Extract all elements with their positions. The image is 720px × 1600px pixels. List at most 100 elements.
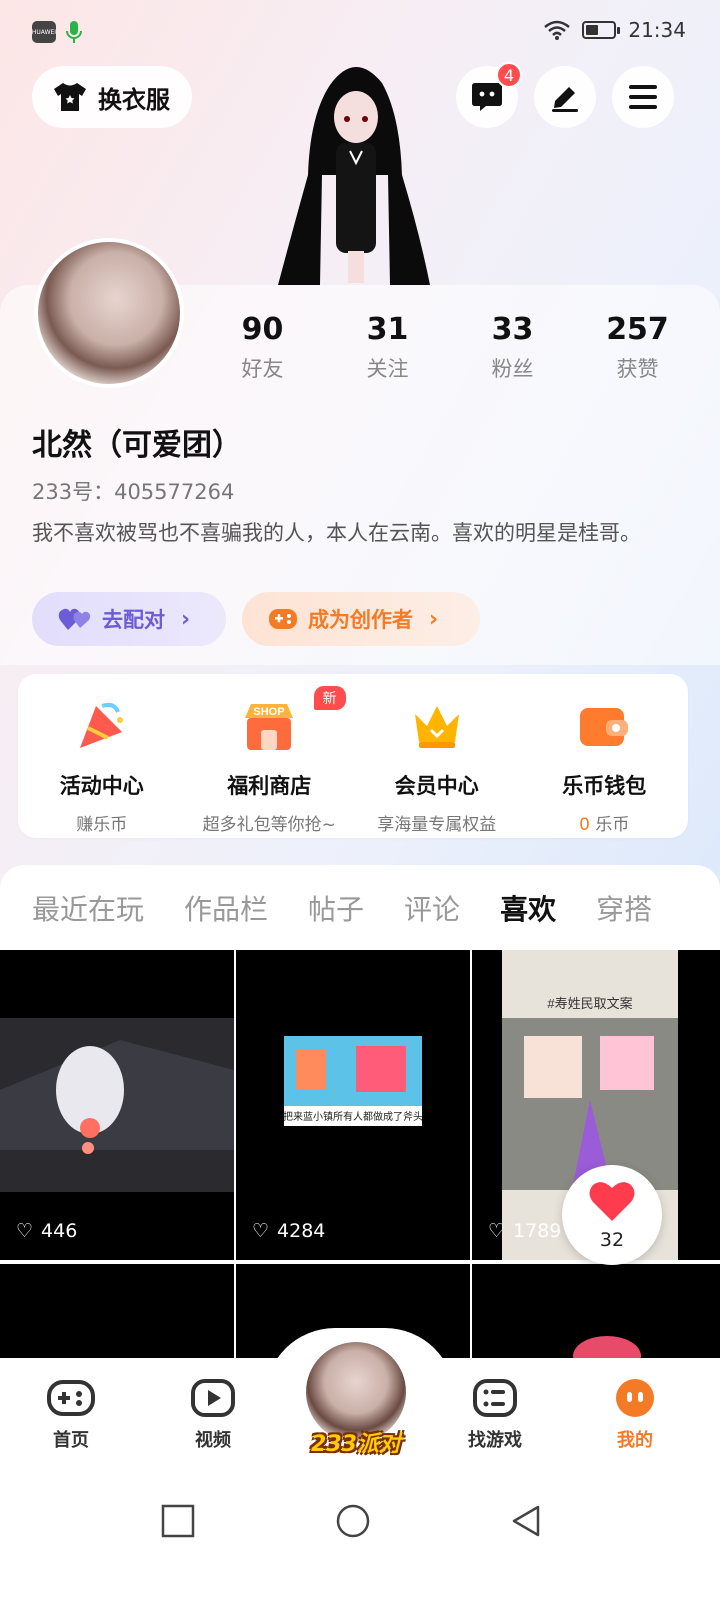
video-thumbnail: 把来蓝小镇所有人都做成了斧头 xyxy=(283,1036,423,1126)
hearts-icon xyxy=(58,608,91,630)
stat-number: 90 xyxy=(241,312,284,347)
floating-like-button[interactable]: 32 xyxy=(562,1165,662,1265)
thumbnail-caption: 把来蓝小镇所有人都做成了斧头 xyxy=(283,1110,423,1123)
stat-label: 粉丝 xyxy=(491,357,534,381)
nav-home[interactable]: 首页 xyxy=(26,1378,116,1452)
stat-number: 33 xyxy=(491,312,534,347)
stat-label: 获赞 xyxy=(616,357,659,381)
menu-button[interactable] xyxy=(612,66,674,128)
coin-balance: 0 xyxy=(579,815,590,835)
stat-fans[interactable]: 33 粉丝 xyxy=(450,312,575,383)
nav-party-label[interactable]: 233派对 xyxy=(300,1426,412,1458)
game-list-icon xyxy=(473,1379,517,1417)
nav-label: 视频 xyxy=(195,1430,231,1451)
tab-comments[interactable]: 评论 xyxy=(404,888,460,928)
stat-likes[interactable]: 257 获赞 xyxy=(575,312,700,383)
microphone-icon xyxy=(66,21,82,43)
heart-outline-icon: ♡ xyxy=(16,1220,34,1242)
tshirt-icon xyxy=(54,83,86,111)
stat-number: 31 xyxy=(366,312,409,347)
user-bio: 我不喜欢被骂也不喜骗我的人，本人在云南。喜欢的明星是桂哥。 xyxy=(32,521,641,545)
tab-posts[interactable]: 帖子 xyxy=(308,888,364,928)
home-circle-icon[interactable] xyxy=(335,1503,371,1539)
stat-label: 关注 xyxy=(366,357,409,381)
tab-recently-played[interactable]: 最近在玩 xyxy=(32,888,144,928)
match-label: 去配对 xyxy=(102,608,165,632)
like-count: ♡ 4284 xyxy=(252,1220,325,1242)
edit-profile-button[interactable] xyxy=(534,66,596,128)
feature-activity-center[interactable]: 活动中心 赚乐币 xyxy=(18,674,186,838)
recent-apps-icon[interactable] xyxy=(160,1503,196,1539)
like-count-value: 1789 xyxy=(513,1220,562,1242)
heart-outline-icon: ♡ xyxy=(488,1220,506,1242)
huawei-app-icon: HUAWEI xyxy=(32,21,56,43)
feature-member-center[interactable]: 会员中心 享海量专属权益 xyxy=(353,674,521,838)
user-id[interactable]: 233号：405577264 xyxy=(32,476,234,506)
stat-friends[interactable]: 90 好友 xyxy=(200,312,325,383)
video-thumbnail xyxy=(0,1018,234,1192)
video-play-icon xyxy=(191,1379,235,1417)
match-button[interactable]: 去配对 › xyxy=(32,592,226,646)
tab-outfits[interactable]: 穿搭 xyxy=(596,888,652,928)
new-badge: 新 xyxy=(313,686,346,710)
battery-icon xyxy=(582,21,621,39)
hamburger-menu-icon xyxy=(629,85,657,109)
chat-bubble-icon xyxy=(472,83,502,111)
like-count-value: 4284 xyxy=(277,1220,326,1242)
feature-title: 会员中心 xyxy=(394,774,479,798)
like-count: ♡ 446 xyxy=(16,1220,77,1242)
profile-stats: 90 好友 31 关注 33 粉丝 257 获赞 xyxy=(200,312,700,383)
nav-find-games[interactable]: 找游戏 xyxy=(450,1378,540,1452)
user-nickname: 北然（可爱团） xyxy=(32,428,242,463)
feature-subtitle: 享海量专属权益 xyxy=(377,815,497,835)
feature-subtitle: 超多礼包等你抢~ xyxy=(202,815,336,835)
tab-likes[interactable]: 喜欢 xyxy=(500,888,556,928)
floating-like-count: 32 xyxy=(599,1229,625,1251)
feature-subtitle: 赚乐币 xyxy=(76,815,128,835)
feature-coin-wallet[interactable]: 乐币钱包 0 乐币 xyxy=(521,674,689,838)
video-card[interactable]: 把来蓝小镇所有人都做成了斧头 ♡ 4284 xyxy=(236,950,470,1260)
content-tabs: 最近在玩 作品栏 帖子 评论 喜欢 穿搭 xyxy=(0,865,720,950)
nav-label: 首页 xyxy=(53,1430,89,1451)
tab-works[interactable]: 作品栏 xyxy=(184,888,268,928)
feature-title: 福利商店 xyxy=(227,774,312,798)
feature-title: 乐币钱包 xyxy=(562,774,647,798)
shop-icon: SHOP xyxy=(245,704,294,750)
avatar-character[interactable] xyxy=(270,55,440,295)
feature-subtitle: 0 乐币 xyxy=(521,810,689,835)
gamepad-icon xyxy=(47,1380,95,1416)
chevron-right-icon: › xyxy=(429,606,439,632)
stat-following[interactable]: 31 关注 xyxy=(325,312,450,383)
change-outfit-label: 换衣服 xyxy=(98,85,170,114)
messages-button[interactable]: 4 xyxy=(456,62,522,128)
change-outfit-button[interactable]: 换衣服 xyxy=(32,66,192,128)
become-creator-label: 成为创作者 xyxy=(308,608,413,632)
coin-unit: 乐币 xyxy=(595,815,630,835)
nav-me[interactable]: 我的 xyxy=(590,1378,680,1452)
like-count: ♡ 1789 xyxy=(488,1220,561,1242)
stat-number: 257 xyxy=(606,312,669,347)
become-creator-button[interactable]: 成为创作者 › xyxy=(242,592,480,646)
party-popper-icon xyxy=(79,702,123,748)
gamepad-plus-icon xyxy=(269,609,297,629)
heart-icon xyxy=(589,1182,635,1221)
me-face-icon xyxy=(616,1379,654,1417)
clock: 21:34 xyxy=(628,18,686,42)
shop-sign-text: SHOP xyxy=(254,706,285,718)
like-count-value: 446 xyxy=(41,1220,78,1242)
video-card[interactable]: ♡ 446 xyxy=(0,950,234,1260)
nav-video[interactable]: 视频 xyxy=(168,1378,258,1452)
thumbnail-caption: #寿姓民取文案 xyxy=(547,996,632,1011)
pencil-icon xyxy=(552,87,578,112)
feature-welfare-shop[interactable]: SHOP 新 福利商店 超多礼包等你抢~ xyxy=(186,674,354,838)
back-triangle-icon[interactable] xyxy=(508,1503,544,1539)
stat-label: 好友 xyxy=(241,357,284,381)
messages-badge: 4 xyxy=(496,62,522,88)
wifi-icon xyxy=(544,20,571,40)
nav-label: 我的 xyxy=(617,1430,653,1451)
feature-grid: 活动中心 赚乐币 SHOP 新 福利商店 超多礼包等你抢~ 会员中心 享海量专属… xyxy=(18,674,688,838)
chevron-right-icon: › xyxy=(181,606,191,632)
liked-videos-grid: ♡ 446 把来蓝小镇所有人都做成了斧头 ♡ 4284 #寿姓民取文案 ♡ 1789 xyxy=(0,950,720,1374)
user-avatar[interactable] xyxy=(34,238,184,388)
wallet-icon xyxy=(580,708,629,746)
